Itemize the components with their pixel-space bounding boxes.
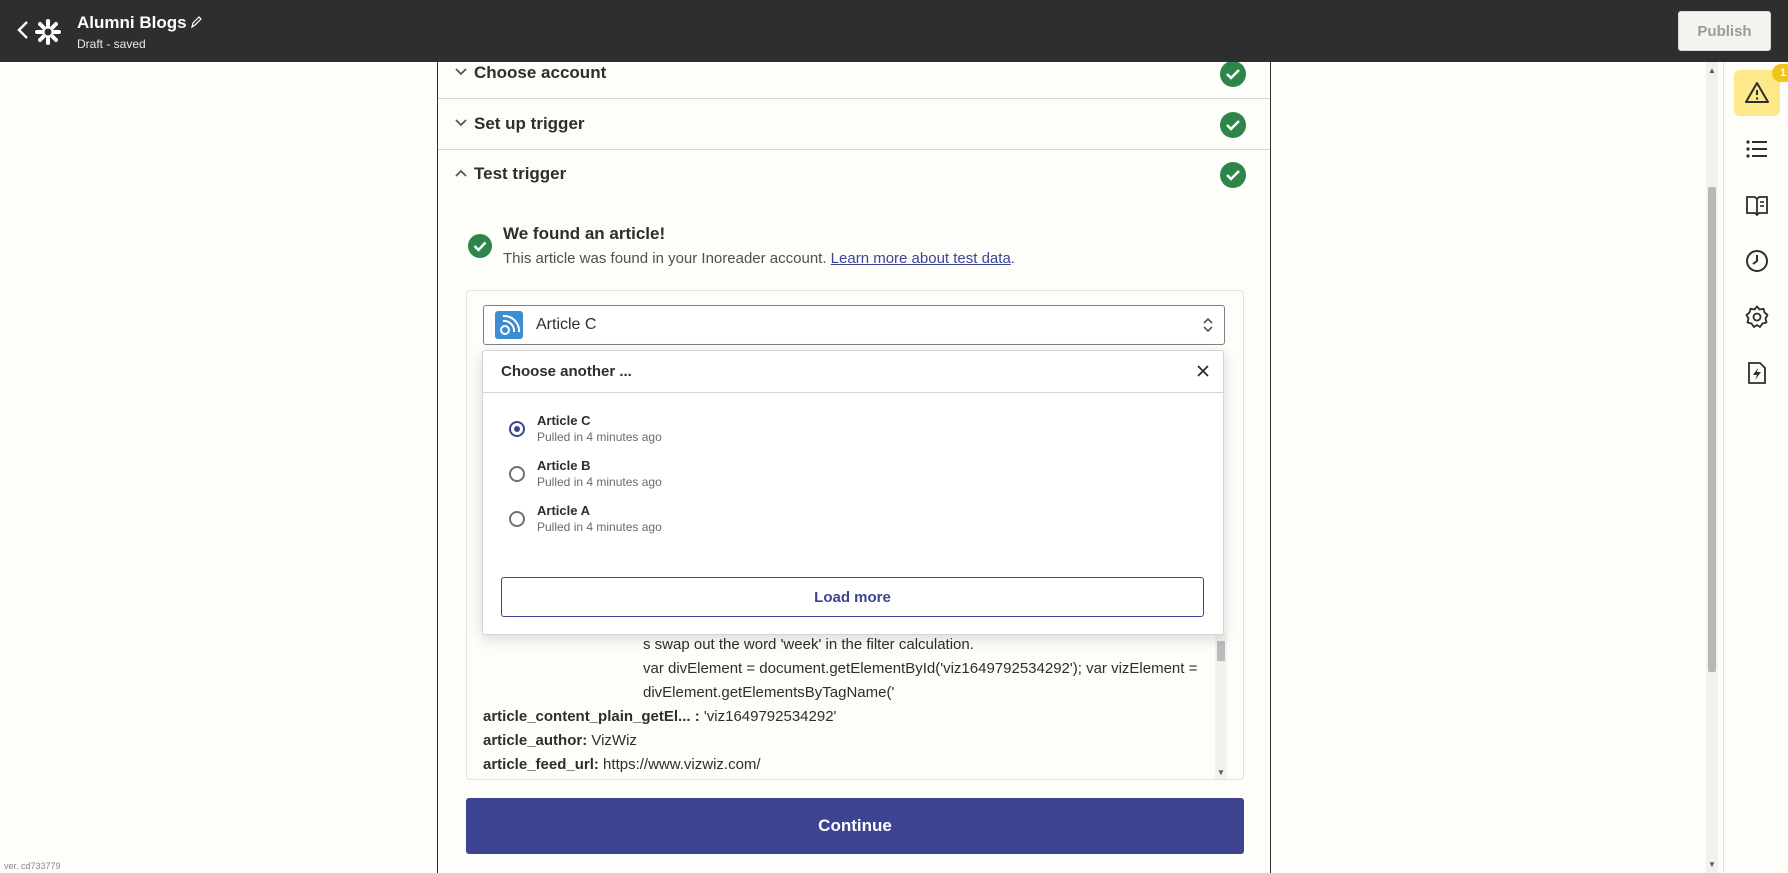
fields-scrollbar[interactable]: ▼ — [1215, 633, 1227, 779]
success-check-icon — [1220, 112, 1246, 138]
option-subtext: Pulled in 4 minutes ago — [537, 520, 662, 534]
load-more-button[interactable]: Load more — [501, 577, 1204, 617]
zap-title[interactable]: Alumni Blogs — [77, 13, 187, 33]
chevron-down-icon — [455, 68, 467, 76]
settings-button[interactable] — [1734, 294, 1780, 340]
success-check-icon — [1220, 162, 1246, 188]
step-choose-account[interactable]: Choose account — [438, 62, 1270, 99]
field-key: article_author: — [483, 732, 588, 749]
version-label: ver. cd733779 — [4, 861, 61, 871]
chevron-down-icon — [455, 119, 467, 127]
step-set-up-trigger[interactable]: Set up trigger — [438, 99, 1270, 150]
scrollbar-thumb[interactable] — [1708, 187, 1716, 672]
radio-unselected[interactable] — [509, 466, 525, 482]
article-selector[interactable]: Article C — [483, 305, 1225, 345]
description-text: This article was found in your Inoreader… — [503, 250, 831, 267]
option-subtext: Pulled in 4 minutes ago — [537, 475, 662, 489]
back-chevron-icon[interactable] — [16, 20, 34, 42]
test-data-fields: s swap out the word 'week' in the filter… — [483, 633, 1203, 777]
radio-unselected[interactable] — [509, 511, 525, 527]
choose-article-popup: Choose another ... Article C Pulled in 4… — [482, 350, 1224, 635]
scroll-down-arrow-icon[interactable]: ▼ — [1217, 768, 1225, 777]
chevron-up-icon — [455, 169, 467, 177]
close-icon[interactable] — [1195, 363, 1211, 379]
found-article-description: This article was found in your Inoreader… — [503, 250, 1015, 267]
pencil-icon[interactable] — [190, 15, 202, 29]
history-button[interactable] — [1734, 238, 1780, 284]
option-name: Article C — [537, 413, 591, 428]
field-row: article_feed_url: https://www.vizwiz.com… — [483, 753, 1203, 777]
option-name: Article A — [537, 503, 590, 518]
book-icon — [1746, 196, 1768, 217]
description-suffix: . — [1010, 250, 1015, 267]
draft-status: Draft - saved — [77, 37, 146, 51]
success-check-icon — [468, 234, 492, 258]
guide-button[interactable] — [1734, 182, 1780, 228]
zapier-logo-icon[interactable] — [34, 18, 62, 46]
field-row: article_content_plain_getEl... : 'viz164… — [483, 705, 1203, 729]
learn-more-link[interactable]: Learn more about test data — [831, 250, 1011, 267]
field-row: article_author: VizWiz — [483, 729, 1203, 753]
option-name: Article B — [537, 458, 591, 473]
field-continuation-text: s swap out the word 'week' in the filter… — [643, 636, 974, 653]
field-key: article_feed_url: — [483, 756, 599, 773]
field-key: article_content_plain_getEl... : — [483, 708, 700, 725]
warnings-button[interactable]: 1 — [1734, 64, 1788, 116]
step-label: Set up trigger — [474, 114, 585, 133]
option-subtext: Pulled in 4 minutes ago — [537, 430, 662, 444]
continue-button[interactable]: Continue — [466, 798, 1244, 854]
step-panel: Choose account Set up trigger Test trigg… — [437, 62, 1271, 873]
page-scrollbar[interactable]: ▲ ▼ — [1706, 62, 1718, 873]
field-value: 'viz1649792534292' — [699, 708, 837, 725]
popup-header: Choose another ... — [483, 351, 1223, 393]
field-value: https://www.vizwiz.com/ — [598, 756, 761, 773]
selected-article: Article C — [536, 316, 597, 333]
step-label: Test trigger — [474, 164, 567, 183]
warning-icon — [1745, 82, 1769, 103]
scroll-up-arrow-icon[interactable]: ▲ — [1708, 66, 1716, 75]
gear-icon — [1745, 305, 1769, 328]
clock-icon — [1746, 250, 1768, 272]
chevron-updown-icon — [1203, 317, 1213, 333]
warning-count-badge: 1 — [1772, 64, 1788, 82]
step-label: Choose account — [474, 63, 607, 82]
article-option[interactable]: Article A Pulled in 4 minutes ago — [509, 503, 1199, 547]
radio-selected[interactable] — [509, 421, 525, 437]
found-article-title: We found an article! — [503, 224, 666, 243]
field-value: VizWiz — [587, 732, 637, 749]
success-check-icon — [1220, 62, 1246, 87]
right-sidebar: 1 — [1723, 62, 1788, 873]
top-header: Alumni Blogs Draft - saved Publish — [0, 0, 1788, 62]
step-test-trigger[interactable]: Test trigger — [438, 149, 1270, 199]
popup-title: Choose another ... — [501, 363, 632, 380]
file-bolt-icon — [1748, 362, 1766, 384]
article-option[interactable]: Article B Pulled in 4 minutes ago — [509, 458, 1199, 502]
zap-runs-button[interactable] — [1734, 350, 1780, 396]
list-icon — [1746, 140, 1767, 158]
publish-button[interactable]: Publish — [1678, 11, 1771, 51]
scroll-down-arrow-icon[interactable]: ▼ — [1708, 860, 1716, 869]
field-continuation-text: var divElement = document.getElementById… — [643, 660, 1198, 701]
article-option[interactable]: Article C Pulled in 4 minutes ago — [509, 413, 1199, 457]
scrollbar-thumb[interactable] — [1217, 641, 1225, 661]
inoreader-rss-icon — [495, 311, 523, 339]
outline-button[interactable] — [1734, 126, 1780, 172]
